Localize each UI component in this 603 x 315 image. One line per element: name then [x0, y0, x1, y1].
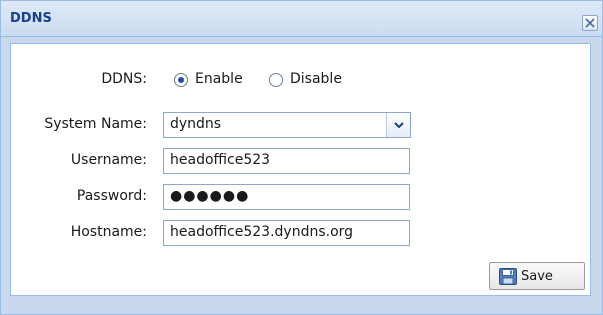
dialog-titlebar[interactable]: DDNS — [1, 1, 602, 37]
username-label: Username: — [70, 152, 147, 168]
ddns-dialog: DDNS DDNS: Enable Disable System Name: d… — [0, 0, 603, 315]
radio-unchecked-icon — [269, 73, 283, 87]
save-button[interactable]: Save — [489, 262, 585, 290]
dialog-body: DDNS: Enable Disable System Name: dyndns… — [10, 43, 591, 296]
username-value: headoffice523 — [170, 152, 271, 168]
hostname-label: Hostname: — [70, 224, 147, 240]
enable-radio-label: Enable — [195, 71, 243, 87]
close-button[interactable] — [582, 15, 598, 31]
system-name-value: dyndns — [170, 116, 222, 132]
floppy-disk-icon — [499, 268, 517, 285]
password-input[interactable]: ●●●●●● — [163, 184, 410, 210]
hostname-input[interactable]: headoffice523.dyndns.org — [163, 220, 410, 246]
chevron-down-icon — [394, 122, 404, 129]
password-value: ●●●●●● — [170, 188, 250, 204]
dialog-title: DDNS — [10, 11, 52, 26]
system-name-label: System Name: — [44, 116, 147, 132]
username-input[interactable]: headoffice523 — [163, 148, 410, 174]
hostname-value: headoffice523.dyndns.org — [170, 224, 354, 240]
radio-checked-icon — [174, 73, 188, 87]
system-name-select[interactable]: dyndns — [163, 112, 411, 138]
system-name-dropdown-button[interactable] — [386, 113, 410, 137]
disable-radio-label: Disable — [290, 71, 342, 87]
close-icon — [585, 18, 595, 28]
ddns-label: DDNS: — [101, 71, 147, 87]
password-label: Password: — [76, 188, 147, 204]
save-button-label: Save — [521, 269, 553, 284]
